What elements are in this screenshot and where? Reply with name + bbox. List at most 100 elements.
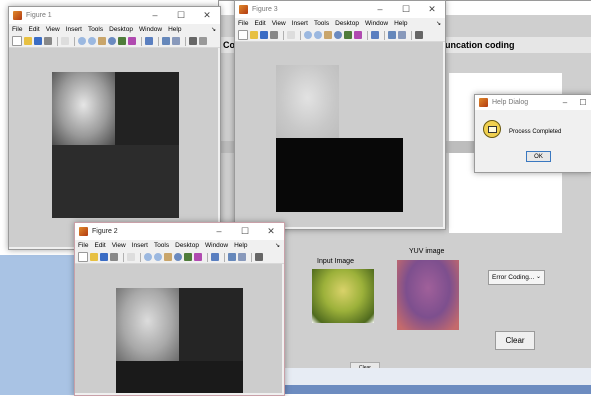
menu-file[interactable]: File [78, 242, 88, 249]
menu-view[interactable]: View [272, 20, 286, 27]
brush-icon[interactable] [354, 31, 362, 39]
figure3-image [276, 65, 403, 212]
menu-window[interactable]: Window [205, 242, 228, 249]
brush-icon[interactable] [194, 253, 202, 261]
menu-edit[interactable]: Edit [28, 26, 39, 33]
desktop-area [0, 255, 78, 395]
pan-icon[interactable] [164, 253, 172, 261]
figure2-titlebar: Figure 2 – ☐ ✕ [75, 223, 284, 240]
colorbar-icon[interactable] [162, 37, 170, 45]
pan-icon[interactable] [324, 31, 332, 39]
open-file-icon[interactable] [90, 253, 98, 261]
colorbar-icon[interactable] [388, 31, 396, 39]
menu-file[interactable]: File [12, 26, 22, 33]
colorbar-icon[interactable] [228, 253, 236, 261]
menu-tools[interactable]: Tools [88, 26, 103, 33]
figure3-menubar: File Edit View Insert Tools Desktop Wind… [235, 18, 445, 29]
zoom-in-icon[interactable] [78, 37, 86, 45]
pointer-icon[interactable] [287, 31, 295, 39]
figure2-window: Figure 2 – ☐ ✕ File Edit View Insert Too… [74, 222, 285, 396]
print-icon[interactable] [110, 253, 118, 261]
new-figure-icon[interactable] [78, 252, 88, 262]
open-file-icon[interactable] [250, 31, 258, 39]
new-figure-icon[interactable] [12, 36, 22, 46]
menu-insert[interactable]: Insert [132, 242, 148, 249]
pointer-icon[interactable] [127, 253, 135, 261]
matlab-logo-icon [13, 11, 22, 20]
menu-desktop[interactable]: Desktop [335, 20, 359, 27]
zoom-out-icon[interactable] [314, 31, 322, 39]
maximize-icon[interactable]: ☐ [393, 1, 419, 18]
minimize-icon[interactable]: – [206, 223, 232, 240]
menu-insert[interactable]: Insert [66, 26, 82, 33]
print-icon[interactable] [44, 37, 52, 45]
menubar-overflow-icon[interactable]: ↘ [436, 20, 441, 27]
menu-window[interactable]: Window [365, 20, 388, 27]
maximize-icon[interactable]: ☐ [168, 7, 194, 24]
pan-icon[interactable] [98, 37, 106, 45]
save-icon[interactable] [260, 31, 268, 39]
close-icon[interactable]: ✕ [258, 223, 284, 240]
legend-icon[interactable] [398, 31, 406, 39]
zoom-in-icon[interactable] [304, 31, 312, 39]
menu-desktop[interactable]: Desktop [109, 26, 133, 33]
brush-icon[interactable] [128, 37, 136, 45]
data-cursor-icon[interactable] [184, 253, 192, 261]
maximize-icon[interactable]: ☐ [232, 223, 258, 240]
link-icon[interactable] [145, 37, 153, 45]
hide-plot-tools-icon[interactable] [189, 37, 197, 45]
data-cursor-icon[interactable] [118, 37, 126, 45]
menu-view[interactable]: View [112, 242, 126, 249]
toolbar-separator [251, 252, 252, 262]
ok-button[interactable]: OK [526, 151, 551, 162]
maximize-icon[interactable]: ☐ [574, 95, 591, 110]
zoom-in-icon[interactable] [144, 253, 152, 261]
minimize-icon[interactable]: – [556, 95, 574, 110]
legend-icon[interactable] [238, 253, 246, 261]
menu-file[interactable]: File [238, 20, 248, 27]
menu-window[interactable]: Window [139, 26, 162, 33]
data-cursor-icon[interactable] [344, 31, 352, 39]
print-icon[interactable] [270, 31, 278, 39]
close-icon[interactable]: ✕ [194, 7, 220, 24]
save-icon[interactable] [100, 253, 108, 261]
hide-plot-tools-icon[interactable] [255, 253, 263, 261]
menu-edit[interactable]: Edit [254, 20, 265, 27]
zoom-out-icon[interactable] [154, 253, 162, 261]
rotate-icon[interactable] [174, 253, 182, 261]
minimize-icon[interactable]: – [142, 7, 168, 24]
menu-desktop[interactable]: Desktop [175, 242, 199, 249]
menu-help[interactable]: Help [394, 20, 407, 27]
link-icon[interactable] [211, 253, 219, 261]
menu-edit[interactable]: Edit [94, 242, 105, 249]
hide-plot-tools-icon[interactable] [415, 31, 423, 39]
clear-button[interactable]: Clear [495, 331, 535, 350]
menubar-overflow-icon[interactable]: ↘ [211, 26, 216, 33]
show-plot-tools-icon[interactable] [199, 37, 207, 45]
toolbar-separator [300, 30, 301, 40]
menu-tools[interactable]: Tools [154, 242, 169, 249]
minimize-icon[interactable]: – [367, 1, 393, 18]
rotate-icon[interactable] [334, 31, 342, 39]
legend-icon[interactable] [172, 37, 180, 45]
menu-insert[interactable]: Insert [292, 20, 308, 27]
error-coding-dropdown-value: Error Coding... [492, 274, 535, 281]
input-image [312, 269, 374, 323]
link-icon[interactable] [371, 31, 379, 39]
open-file-icon[interactable] [24, 37, 32, 45]
menubar-overflow-icon[interactable]: ↘ [275, 242, 280, 249]
menu-tools[interactable]: Tools [314, 20, 329, 27]
zoom-out-icon[interactable] [88, 37, 96, 45]
pointer-icon[interactable] [61, 37, 69, 45]
save-icon[interactable] [34, 37, 42, 45]
rotate-icon[interactable] [108, 37, 116, 45]
figure3-canvas [235, 42, 443, 227]
menu-view[interactable]: View [46, 26, 60, 33]
error-coding-dropdown[interactable]: Error Coding... ⌄ [488, 270, 545, 285]
new-figure-icon[interactable] [238, 30, 248, 40]
close-icon[interactable]: ✕ [419, 1, 445, 18]
menu-help[interactable]: Help [234, 242, 247, 249]
help-dialog-title: Help Dialog [492, 99, 529, 106]
menu-help[interactable]: Help [168, 26, 181, 33]
figure2-title: Figure 2 [92, 228, 118, 235]
